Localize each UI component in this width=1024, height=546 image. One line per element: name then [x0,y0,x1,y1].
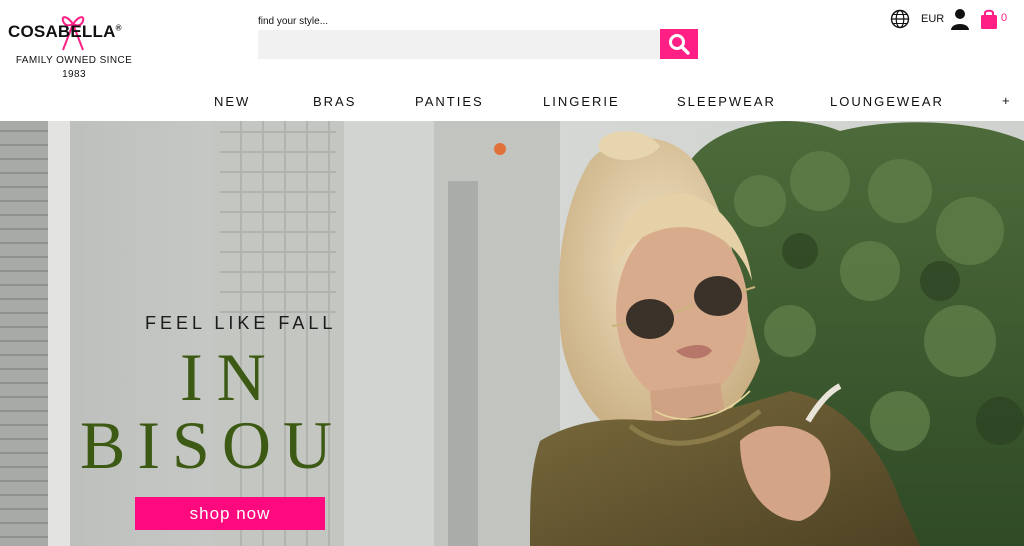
nav-item-new[interactable]: NEW [214,94,250,109]
search-button[interactable] [660,29,698,59]
cart-button[interactable] [980,8,998,30]
hero-title-line1: IN [180,339,280,415]
search-label: find your style... [258,16,329,27]
account-button[interactable] [950,8,970,30]
currency-selector[interactable]: EUR [921,8,944,30]
main-nav: NEW BRAS PANTIES LINGERIE SLEEPWEAR LOUN… [0,93,1024,112]
shop-now-button[interactable]: shop now [135,497,325,530]
hero-subtitle: FEEL LIKE FALL [145,313,337,333]
nav-more-button[interactable]: + [1002,93,1010,108]
registered-mark: ® [115,23,122,33]
brand-tagline: FAMILY OWNED SINCE [15,55,133,66]
region-selector[interactable] [890,8,910,30]
nav-item-loungewear[interactable]: LOUNGEWEAR [830,94,944,109]
user-icon [951,9,969,30]
hero-banner[interactable]: FEEL LIKE FALL IN BISOU shop now [0,121,1024,546]
nav-item-sleepwear[interactable]: SLEEPWEAR [677,94,776,109]
brand-year: 1983 [62,69,86,80]
brand-logo[interactable]: COSABELLA® FAMILY OWNED SINCE 1983 [6,10,142,82]
nav-item-lingerie[interactable]: LINGERIE [543,94,620,109]
shopping-bag-icon [981,9,997,29]
cart-count-badge: 0 [1001,12,1008,24]
nav-item-bras[interactable]: BRAS [313,94,356,109]
search-icon [669,34,690,55]
search-input[interactable] [258,30,660,59]
brand-wordmark: COSABELLA® [8,22,122,41]
globe-icon [890,9,910,29]
hero-title-line2: BISOU [80,407,345,483]
nav-item-panties[interactable]: PANTIES [415,94,484,109]
